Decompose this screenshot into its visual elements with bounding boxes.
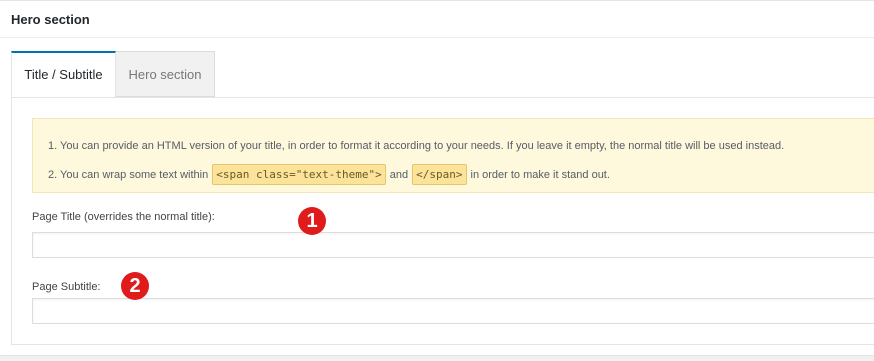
notice-line-2-and: and <box>389 169 409 181</box>
callout-badge-1: 1 <box>298 207 326 235</box>
code-open-tag: <span class="text-theme"> <box>212 164 386 185</box>
info-notice: 1. You can provide an HTML version of yo… <box>32 118 874 193</box>
hero-metabox: Hero section Title / Subtitle Hero secti… <box>0 0 874 356</box>
page-subtitle-label: Page Subtitle: <box>32 281 101 293</box>
code-close-tag: </span> <box>412 164 467 185</box>
metabox-title: Hero section <box>11 12 90 27</box>
page-title-label: Page Title (overrides the normal title): <box>32 211 215 223</box>
notice-line-2-prefix: 2. You can wrap some text within <box>48 169 209 181</box>
tab-title-subtitle[interactable]: Title / Subtitle <box>11 51 116 97</box>
tab-panel-title-subtitle: 1. You can provide an HTML version of yo… <box>11 97 874 345</box>
notice-line-1: 1. You can provide an HTML version of yo… <box>48 140 785 152</box>
tabs-container: Title / Subtitle Hero section 1. You can… <box>11 51 874 345</box>
page-title-input[interactable] <box>32 232 874 258</box>
notice-line-2-suffix: in order to make it stand out. <box>470 169 610 181</box>
tab-hero-section[interactable]: Hero section <box>116 51 215 97</box>
page-subtitle-input[interactable] <box>32 298 874 324</box>
notice-line-2: 2. You can wrap some text within <span cl… <box>48 164 874 187</box>
metabox-header <box>0 1 874 38</box>
callout-badge-2: 2 <box>121 272 149 300</box>
